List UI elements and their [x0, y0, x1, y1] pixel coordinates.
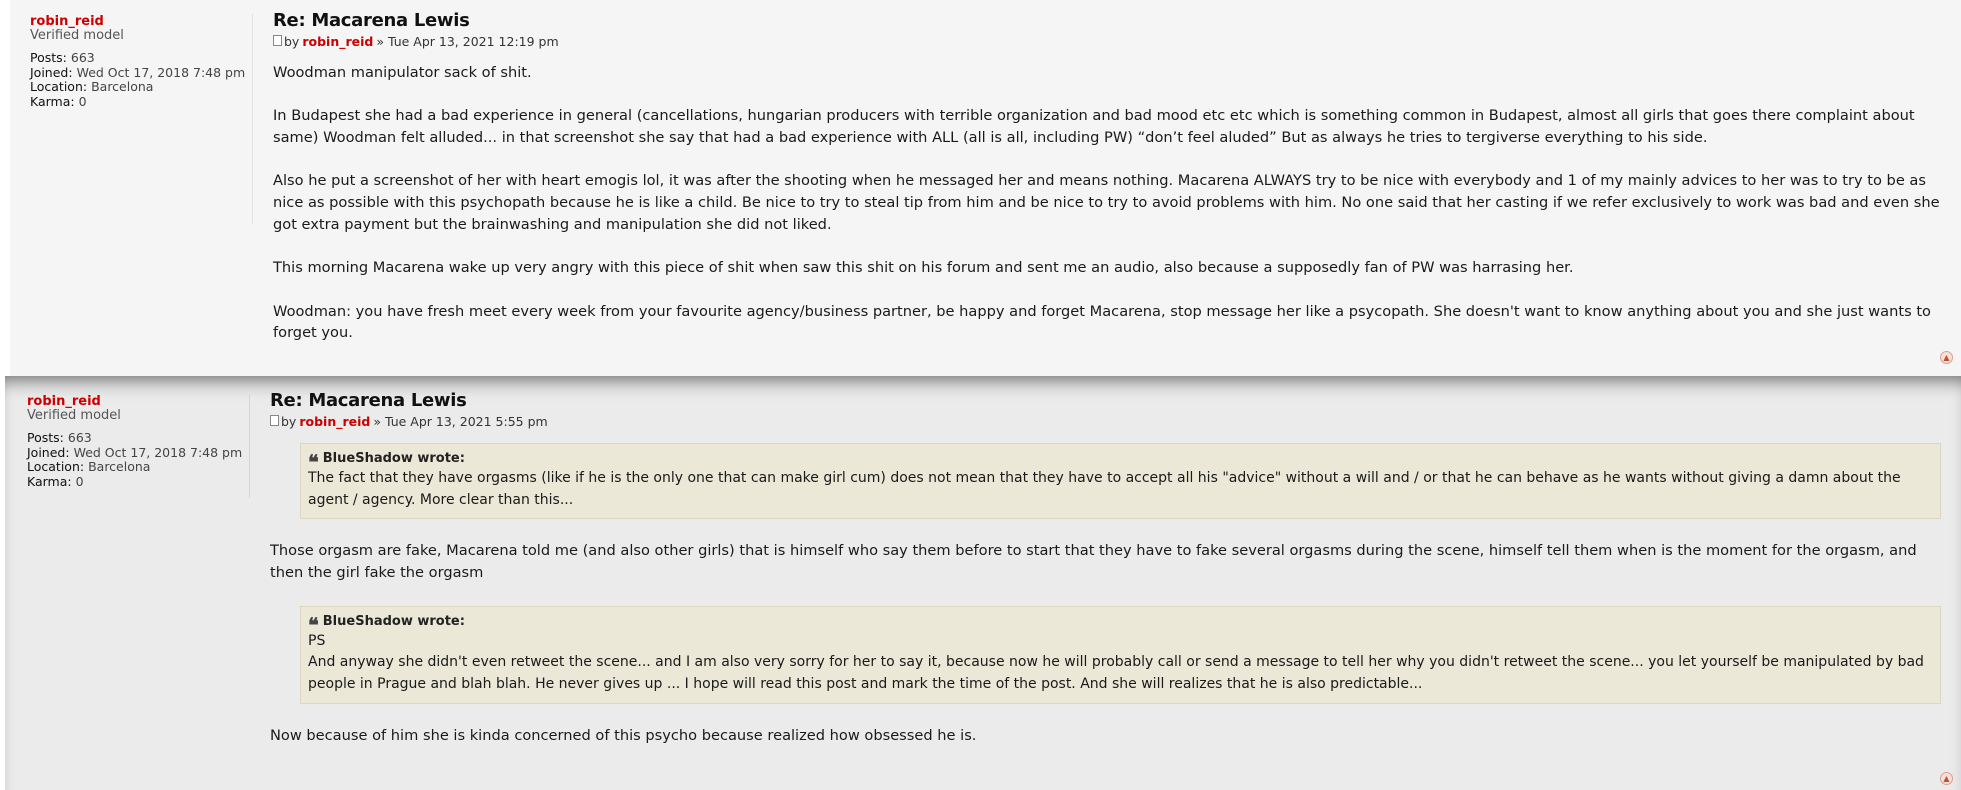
- post-icon[interactable]: [273, 35, 282, 46]
- quote-block: ❝ BlueShadow wrote: PS And anyway she di…: [300, 605, 1941, 704]
- posts-label: Posts:: [30, 50, 67, 65]
- back-to-top-icon[interactable]: ▲: [1940, 772, 1953, 785]
- post-paragraph: Woodman manipulator sack of shit.: [273, 64, 532, 81]
- posts-count: Posts: 663: [30, 50, 252, 66]
- posts-value: 663: [70, 50, 95, 65]
- quote-author: BlueShadow wrote:: [322, 451, 465, 466]
- author-link[interactable]: robin_reid: [302, 34, 373, 49]
- post-paragraph: Those orgasm are fake, Macarena told me …: [270, 542, 1917, 582]
- quote-icon: ❝: [308, 450, 319, 474]
- user-rank: Verified model: [30, 28, 124, 43]
- location-label: Location:: [27, 459, 85, 474]
- post-content: ❝ BlueShadow wrote: The fact that they h…: [270, 443, 1941, 746]
- post-paragraph: Woodman: you have fresh meet every week …: [273, 302, 1931, 342]
- quote-author: BlueShadow wrote:: [322, 613, 465, 629]
- by-label: by: [281, 414, 297, 429]
- quote-header: ❝ BlueShadow wrote:: [308, 450, 1933, 474]
- location-label: Location:: [30, 79, 88, 94]
- quote-block: ❝ BlueShadow wrote: The fact that they h…: [300, 443, 1941, 520]
- back-to-top-icon[interactable]: ▲: [1940, 351, 1953, 364]
- post-icon[interactable]: [270, 415, 279, 426]
- joined-label: Joined:: [30, 64, 73, 80]
- location-value: Barcelona: [91, 79, 154, 94]
- joined-value: Wed Oct 17, 2018 7:48 pm: [76, 64, 246, 80]
- karma-value: 0: [78, 93, 87, 109]
- joined-date: Joined: Wed Oct 17, 2018 7:48 pm: [27, 444, 249, 461]
- quote-icon: ❝: [308, 612, 319, 637]
- posts-value: 663: [67, 430, 92, 445]
- location: Location: Barcelona: [27, 459, 249, 475]
- username-link[interactable]: robin_reid: [27, 394, 249, 409]
- post-paragraph: This morning Macarena wake up very angry…: [273, 259, 1574, 277]
- post-author-line: by robin_reid » Tue Apr 13, 2021 5:55 pm: [270, 414, 1941, 429]
- location: Location: Barcelona: [30, 79, 252, 95]
- post-paragraph: Also he put a screenshot of her with hea…: [273, 172, 1940, 233]
- post-date: » Tue Apr 13, 2021 5:55 pm: [373, 414, 548, 429]
- author-link[interactable]: robin_reid: [299, 414, 370, 429]
- post-title[interactable]: Re: Macarena Lewis: [273, 10, 1941, 32]
- post-title[interactable]: Re: Macarena Lewis: [270, 390, 1941, 412]
- post-profile: robin_reid Verified model Posts: 663 Joi…: [27, 394, 250, 498]
- quote-text: And anyway she didn't even retweet the s…: [308, 654, 1924, 692]
- post-1: robin_reid Verified model Posts: 663 Joi…: [10, 0, 1961, 376]
- post-body: Re: Macarena Lewis by robin_reid » Tue A…: [270, 390, 1941, 768]
- posts-count: Posts: 663: [27, 430, 249, 446]
- post-profile: robin_reid Verified model Posts: 663 Joi…: [30, 14, 253, 224]
- post-paragraph: Now because of him she is kinda concerne…: [270, 726, 977, 744]
- post-body: Re: Macarena Lewis by robin_reid » Tue A…: [273, 10, 1941, 366]
- karma: Karma: 0: [30, 93, 252, 110]
- post-2: robin_reid Verified model Posts: 663 Joi…: [5, 376, 1961, 790]
- post-date: » Tue Apr 13, 2021 12:19 pm: [376, 34, 559, 49]
- joined-label: Joined:: [27, 444, 70, 460]
- quote-header: ❝ BlueShadow wrote:: [308, 612, 1933, 637]
- post-content: Woodman manipulator sack of shit. In Bud…: [273, 62, 1941, 344]
- quote-text: The fact that they have orgasms (like if…: [308, 470, 1901, 508]
- by-label: by: [284, 34, 300, 49]
- joined-value: Wed Oct 17, 2018 7:48 pm: [73, 444, 243, 460]
- karma-value: 0: [75, 473, 84, 489]
- location-value: Barcelona: [88, 459, 151, 474]
- posts-label: Posts:: [27, 430, 64, 445]
- user-rank: Verified model: [27, 408, 121, 423]
- username-link[interactable]: robin_reid: [30, 14, 252, 29]
- karma-label: Karma:: [27, 473, 72, 489]
- karma: Karma: 0: [27, 473, 249, 490]
- karma-label: Karma:: [30, 93, 75, 109]
- joined-date: Joined: Wed Oct 17, 2018 7:48 pm: [30, 64, 252, 81]
- post-paragraph: In Budapest she had a bad experience in …: [273, 107, 1915, 147]
- post-author-line: by robin_reid » Tue Apr 13, 2021 12:19 p…: [273, 34, 1941, 49]
- quote-line: PS: [308, 632, 326, 649]
